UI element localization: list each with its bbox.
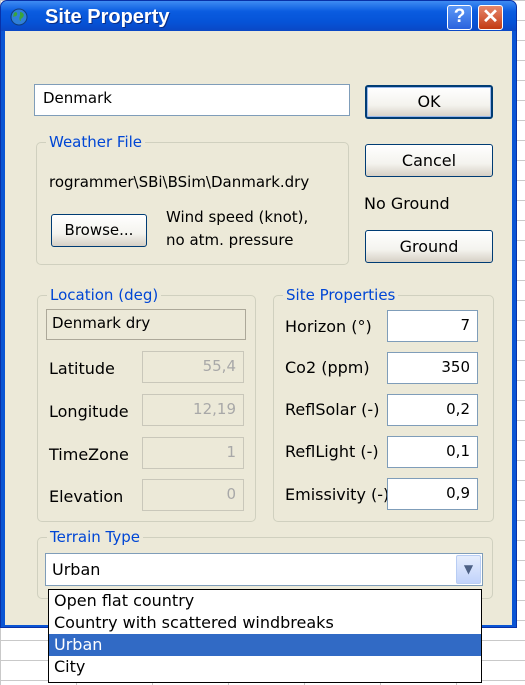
terrain-option-urban[interactable]: Urban: [49, 634, 481, 656]
browse-button[interactable]: Browse...: [51, 214, 147, 247]
ground-status-label: No Ground: [364, 194, 450, 213]
reflsolar-input[interactable]: 0,2: [387, 394, 478, 426]
horizon-input[interactable]: 7: [387, 310, 478, 342]
refllight-label: ReflLight (-): [285, 442, 379, 461]
terrain-option-open-flat-country[interactable]: Open flat country: [49, 590, 481, 612]
reflsolar-label: ReflSolar (-): [285, 400, 380, 419]
help-button[interactable]: ?: [447, 5, 472, 30]
latitude-label: Latitude: [49, 359, 115, 378]
chevron-down-icon: ▼: [463, 562, 474, 576]
terrain-type-legend: Terrain Type: [47, 528, 143, 546]
dropdown-arrow-button[interactable]: ▼: [456, 555, 481, 584]
co2-input[interactable]: 350: [387, 352, 478, 384]
weather-info-line1: Wind speed (knot),: [166, 208, 309, 226]
earth-globe-icon: [10, 8, 28, 26]
terrain-option-city[interactable]: City: [49, 656, 481, 678]
dialog-title: Site Property: [45, 6, 170, 28]
horizon-label: Horizon (°): [285, 317, 372, 336]
refllight-input[interactable]: 0,1: [387, 436, 478, 468]
weather-file-legend: Weather File: [46, 133, 146, 151]
longitude-label: Longitude: [49, 402, 129, 421]
location-legend: Location (deg): [47, 286, 162, 304]
ground-button[interactable]: Ground: [365, 230, 493, 263]
weather-file-path: rogrammer\SBi\BSim\Danmark.dry: [49, 173, 310, 191]
ok-button[interactable]: OK: [365, 85, 493, 119]
terrain-type-select[interactable]: Urban ▼: [45, 553, 483, 586]
weather-info-line2: no atm. pressure: [166, 231, 294, 249]
emissivity-label: Emissivity (-): [285, 485, 390, 504]
title-bar[interactable]: Site Property ? ✕: [1, 1, 516, 31]
elevation-label: Elevation: [49, 487, 124, 506]
longitude-field: 12,19: [142, 394, 244, 426]
latitude-field: 55,4: [142, 351, 244, 383]
timezone-label: TimeZone: [49, 445, 129, 464]
terrain-dropdown-list: Open flat country Country with scattered…: [48, 589, 482, 683]
emissivity-input[interactable]: 0,9: [387, 478, 478, 510]
close-button[interactable]: ✕: [478, 5, 503, 30]
site-name-input[interactable]: Denmark: [34, 84, 350, 116]
co2-label: Co2 (ppm): [285, 358, 370, 377]
cancel-button[interactable]: Cancel: [365, 144, 493, 177]
location-name-field: Denmark dry: [46, 309, 246, 340]
site-properties-legend: Site Properties: [283, 286, 399, 304]
elevation-field: 0: [142, 479, 244, 511]
terrain-option-scattered-windbreaks[interactable]: Country with scattered windbreaks: [49, 612, 481, 634]
terrain-selected-value: Urban: [52, 560, 101, 579]
timezone-field: 1: [142, 437, 244, 469]
